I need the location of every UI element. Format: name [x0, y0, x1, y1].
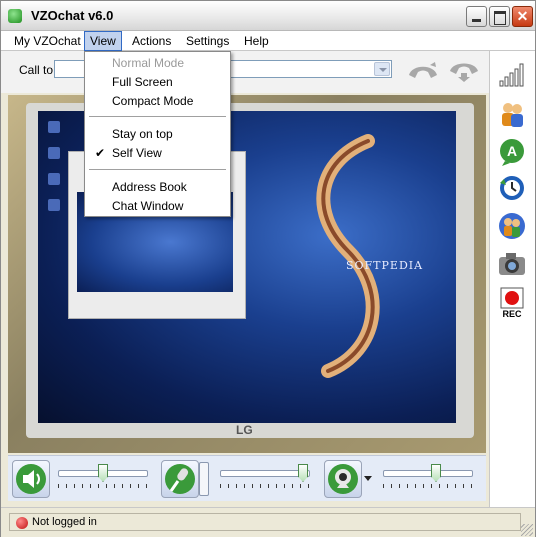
- view-menu-normal-mode[interactable]: Normal Mode: [85, 54, 230, 73]
- signal-strength-icon: [499, 63, 524, 87]
- speaker-icon: [16, 464, 46, 494]
- app-icon: [8, 9, 22, 23]
- menu-settings[interactable]: Settings: [181, 31, 234, 51]
- view-menu-self-view-label: Self View: [112, 146, 162, 160]
- microphone-volume-thumb[interactable]: [298, 464, 308, 482]
- maximize-button[interactable]: [489, 6, 510, 27]
- record-icon[interactable]: [497, 287, 527, 309]
- microphone-icon: [165, 464, 195, 494]
- webcam-button[interactable]: [324, 460, 362, 498]
- view-menu-full-screen[interactable]: Full Screen: [85, 73, 230, 92]
- record-label: REC: [502, 309, 522, 319]
- speaker-volume-thumb[interactable]: [98, 464, 108, 482]
- microphone-button[interactable]: [161, 460, 199, 498]
- hangup-phone-icon[interactable]: [447, 61, 481, 83]
- call-to-dropdown-button[interactable]: [374, 62, 390, 76]
- close-icon: ✕: [516, 8, 529, 24]
- monitor-brand-logo: LG: [236, 423, 253, 437]
- menu-bar: My VZOchat View Actions Settings Help: [1, 31, 535, 51]
- menu-my-vzochat[interactable]: My VZOchat: [9, 31, 86, 51]
- title-bar[interactable]: VZOchat v6.0 ✕: [1, 1, 535, 31]
- window-title: VZOchat v6.0: [31, 8, 114, 23]
- contacts-icon[interactable]: [497, 99, 527, 129]
- resize-grip[interactable]: [521, 524, 533, 536]
- close-button[interactable]: ✕: [512, 6, 533, 27]
- status-field: Not logged in: [9, 513, 521, 531]
- view-menu-dropdown: Normal Mode Full Screen Compact Mode Sta…: [84, 51, 231, 217]
- right-toolbar: A REC: [489, 51, 535, 507]
- watermark-text: SOFTPEDIA: [346, 259, 424, 272]
- view-menu-chat-window[interactable]: Chat Window: [85, 197, 230, 216]
- webcam-options-dropdown[interactable]: [364, 472, 372, 486]
- checkmark-icon: ✔: [95, 146, 106, 160]
- call-to-label: Call to:: [19, 63, 57, 77]
- menu-help[interactable]: Help: [239, 31, 274, 51]
- view-menu-address-book[interactable]: Address Book: [85, 178, 230, 197]
- webcam-icon: [328, 464, 358, 494]
- chat-icon[interactable]: A: [497, 137, 527, 167]
- login-status-text: Not logged in: [32, 516, 97, 528]
- media-controls: [8, 455, 486, 501]
- view-menu-stay-on-top[interactable]: Stay on top: [85, 125, 230, 144]
- menu-view[interactable]: View: [84, 31, 122, 51]
- call-row: Call to:: [1, 51, 489, 93]
- status-bar: Not logged in: [1, 507, 535, 537]
- speaker-volume-slider[interactable]: [58, 462, 148, 494]
- offline-status-icon: [16, 517, 28, 529]
- wallpaper-swirl: [316, 134, 380, 378]
- camera-level-slider[interactable]: [383, 462, 473, 494]
- snapshot-camera-icon[interactable]: [497, 249, 527, 279]
- view-menu-compact-mode[interactable]: Compact Mode: [85, 92, 230, 111]
- app-window: VZOchat v6.0 ✕ My VZOchat View Actions S…: [0, 0, 536, 537]
- history-icon[interactable]: [497, 173, 527, 203]
- microphone-level-meter: [199, 462, 209, 496]
- call-phone-icon[interactable]: [406, 61, 440, 83]
- svg-text:A: A: [507, 143, 517, 159]
- video-view[interactable]: SOFTPEDIA LG: [8, 95, 486, 453]
- menu-separator: [89, 169, 226, 170]
- desktop-icons: [48, 121, 62, 231]
- menu-separator: [89, 116, 226, 117]
- conference-icon[interactable]: [497, 211, 527, 241]
- microphone-volume-slider[interactable]: [220, 462, 310, 494]
- minimize-button[interactable]: [466, 6, 487, 27]
- camera-level-thumb[interactable]: [431, 464, 441, 482]
- speaker-button[interactable]: [12, 460, 50, 498]
- view-menu-self-view[interactable]: ✔ Self View: [85, 144, 230, 163]
- menu-actions[interactable]: Actions: [127, 31, 176, 51]
